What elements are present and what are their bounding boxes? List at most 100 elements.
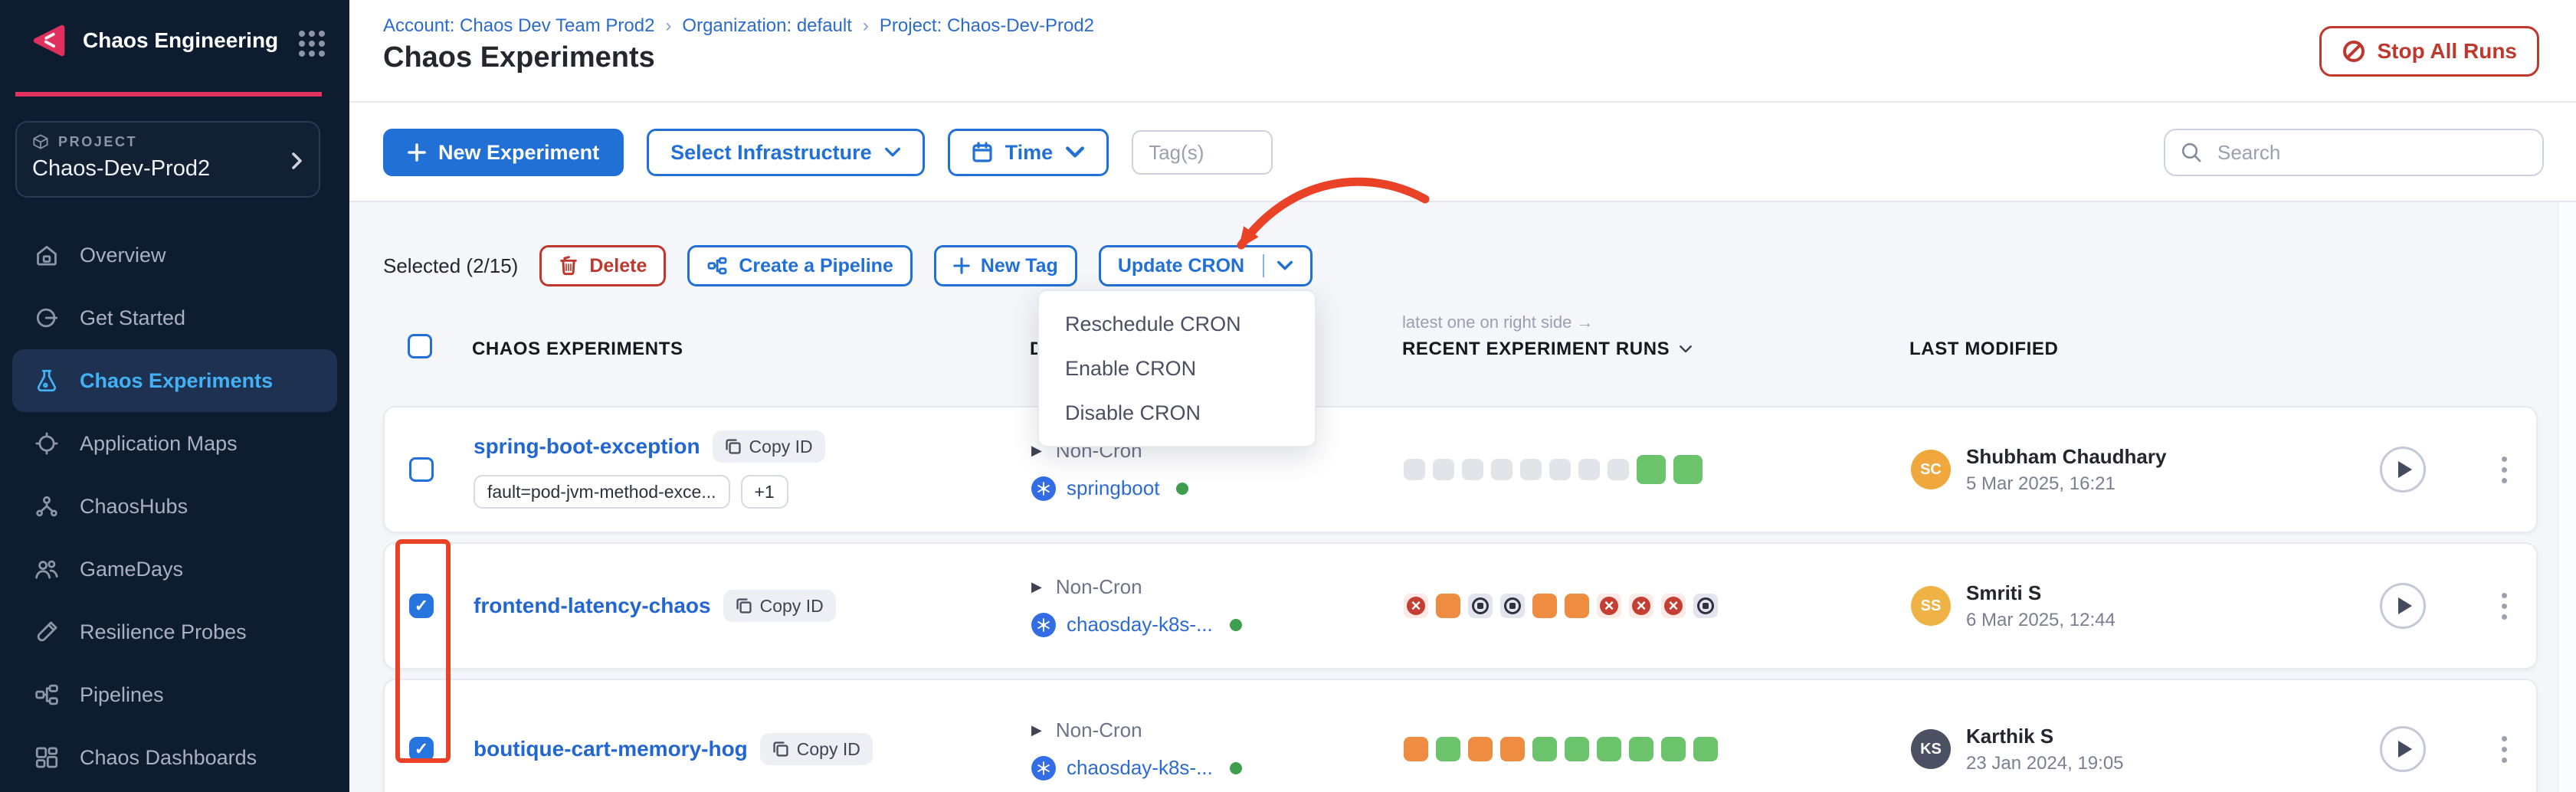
- run-indicator-passed[interactable]: [1661, 737, 1686, 761]
- select-all-checkbox[interactable]: [408, 334, 432, 358]
- run-indicator-running[interactable]: [1532, 594, 1557, 618]
- delete-button[interactable]: Delete: [539, 245, 666, 286]
- infrastructure-link[interactable]: springboot: [1067, 476, 1159, 500]
- sidebar-item-pipelines[interactable]: Pipelines: [0, 663, 349, 726]
- time-filter-button[interactable]: Time: [948, 129, 1109, 176]
- cron-menu-item-reschedule-cron[interactable]: Reschedule CRON: [1039, 302, 1315, 346]
- row-menu-button[interactable]: [2496, 730, 2513, 769]
- sidebar-item-chaoshubs[interactable]: ChaosHubs: [0, 475, 349, 538]
- copy-icon: [772, 741, 789, 758]
- run-indicator-empty[interactable]: [1520, 459, 1542, 480]
- run-indicator-empty[interactable]: [1462, 459, 1483, 480]
- row-checkbox[interactable]: ✓: [409, 594, 434, 618]
- run-indicator-running[interactable]: [1500, 737, 1525, 761]
- modified-date: 6 Mar 2025, 12:44: [1966, 610, 2116, 631]
- sidebar: Chaos Engineering PROJECT Chaos-Dev-Prod…: [0, 0, 349, 792]
- create-pipeline-label: Create a Pipeline: [739, 255, 893, 277]
- search-box[interactable]: [2164, 129, 2544, 176]
- sidebar-item-gamedays[interactable]: GameDays: [0, 538, 349, 601]
- run-indicator-failed[interactable]: [1661, 594, 1686, 618]
- infrastructure-link[interactable]: chaosday-k8s-...: [1067, 613, 1213, 637]
- run-indicator-running[interactable]: [1468, 737, 1493, 761]
- tag-chip[interactable]: fault=pod-jvm-method-exce...: [474, 475, 730, 509]
- run-indicator-passed[interactable]: [1693, 737, 1718, 761]
- experiment-link[interactable]: frontend-latency-chaos: [474, 594, 711, 618]
- new-tag-button[interactable]: New Tag: [934, 245, 1077, 286]
- button-divider: [1263, 254, 1264, 277]
- run-indicator-passed-lg[interactable]: [1673, 455, 1703, 484]
- breadcrumb-link[interactable]: Organization: default: [682, 15, 851, 37]
- chevron-down-icon: [1277, 260, 1293, 272]
- run-experiment-button[interactable]: [2380, 726, 2426, 772]
- cron-type-label: Non-Cron: [1056, 718, 1142, 742]
- cron-menu-item-disable-cron[interactable]: Disable CRON: [1039, 391, 1315, 435]
- experiment-link[interactable]: spring-boot-exception: [474, 434, 700, 459]
- run-indicator-stopped[interactable]: [1468, 594, 1493, 618]
- run-indicator-passed[interactable]: [1436, 737, 1460, 761]
- sidebar-item-chaos-experiments[interactable]: Chaos Experiments: [12, 349, 337, 412]
- cron-expander[interactable]: ▶ Non-Cron: [1031, 575, 1404, 599]
- project-selector[interactable]: PROJECT Chaos-Dev-Prod2: [15, 121, 320, 198]
- run-indicator-passed[interactable]: [1532, 737, 1557, 761]
- run-indicator-empty[interactable]: [1549, 459, 1571, 480]
- modified-by-name: Smriti S: [1966, 581, 2116, 605]
- run-indicator-passed[interactable]: [1597, 737, 1621, 761]
- run-experiment-button[interactable]: [2380, 583, 2426, 629]
- cron-expander[interactable]: ▶ Non-Cron: [1031, 718, 1404, 742]
- stop-all-runs-button[interactable]: Stop All Runs: [2319, 26, 2539, 77]
- update-cron-menu: Reschedule CRONEnable CRONDisable CRON: [1037, 290, 1316, 447]
- run-indicator-failed[interactable]: [1404, 594, 1428, 618]
- sidebar-item-resilience-probes[interactable]: Resilience Probes: [0, 601, 349, 663]
- run-indicator-empty[interactable]: [1404, 459, 1425, 480]
- sidebar-item-application-maps[interactable]: Application Maps: [0, 412, 349, 475]
- row-menu-button[interactable]: [2496, 450, 2513, 489]
- select-infrastructure-button[interactable]: Select Infrastructure: [647, 129, 925, 176]
- breadcrumb-link[interactable]: Project: Chaos-Dev-Prod2: [880, 15, 1094, 37]
- page-title: Chaos Experiments: [383, 41, 655, 74]
- sidebar-item-label: Application Maps: [80, 432, 238, 456]
- run-indicator-running[interactable]: [1404, 737, 1428, 761]
- run-indicator-empty[interactable]: [1433, 459, 1454, 480]
- kubernetes-icon: [1031, 476, 1056, 501]
- copy-id-button[interactable]: Copy ID: [713, 430, 825, 463]
- copy-id-button[interactable]: Copy ID: [760, 733, 873, 765]
- runs-sort-header[interactable]: RECENT EXPERIMENT RUNS: [1402, 339, 1909, 360]
- create-pipeline-button[interactable]: Create a Pipeline: [687, 245, 912, 286]
- search-input[interactable]: [2214, 139, 2527, 166]
- scrollbar-gutter[interactable]: [2558, 202, 2576, 792]
- sidebar-item-get-started[interactable]: Get Started: [0, 286, 349, 349]
- row-checkbox[interactable]: [409, 457, 434, 482]
- infrastructure-link[interactable]: chaosday-k8s-...: [1067, 756, 1213, 780]
- triangle-right-icon: ▶: [1031, 579, 1042, 595]
- run-indicator-failed[interactable]: [1629, 594, 1653, 618]
- run-indicator-stopped[interactable]: [1500, 594, 1525, 618]
- new-experiment-button[interactable]: New Experiment: [383, 129, 624, 176]
- run-indicator-empty[interactable]: [1491, 459, 1512, 480]
- run-indicator-running[interactable]: [1436, 594, 1460, 618]
- run-indicator-passed[interactable]: [1629, 737, 1653, 761]
- run-indicator-empty[interactable]: [1608, 459, 1629, 480]
- breadcrumb-link[interactable]: Account: Chaos Dev Team Prod2: [383, 15, 654, 37]
- sidebar-item-overview[interactable]: Overview: [0, 224, 349, 286]
- sidebar-item-chaos-dashboards[interactable]: Chaos Dashboards: [0, 726, 349, 789]
- tags-filter-input[interactable]: [1132, 130, 1273, 175]
- run-indicator-passed[interactable]: [1565, 737, 1589, 761]
- run-indicator-failed[interactable]: [1597, 594, 1621, 618]
- update-cron-button[interactable]: Update CRON: [1099, 245, 1313, 286]
- cron-menu-item-enable-cron[interactable]: Enable CRON: [1039, 346, 1315, 391]
- copy-id-button[interactable]: Copy ID: [723, 590, 836, 622]
- chevron-down-icon: [1679, 344, 1693, 355]
- row-menu-button[interactable]: [2496, 587, 2513, 626]
- run-indicator-passed-lg[interactable]: [1637, 455, 1666, 484]
- run-indicator-empty[interactable]: [1578, 459, 1600, 480]
- row-checkbox[interactable]: ✓: [409, 737, 434, 761]
- tag-chip[interactable]: +1: [741, 475, 788, 509]
- play-icon: [2398, 741, 2412, 758]
- app-switcher-icon[interactable]: [299, 31, 325, 57]
- project-label: PROJECT: [58, 134, 137, 150]
- flask-icon: [34, 368, 60, 394]
- run-indicator-running[interactable]: [1565, 594, 1589, 618]
- run-indicator-stopped[interactable]: [1693, 594, 1718, 618]
- run-experiment-button[interactable]: [2380, 447, 2426, 493]
- experiment-link[interactable]: boutique-cart-memory-hog: [474, 737, 748, 761]
